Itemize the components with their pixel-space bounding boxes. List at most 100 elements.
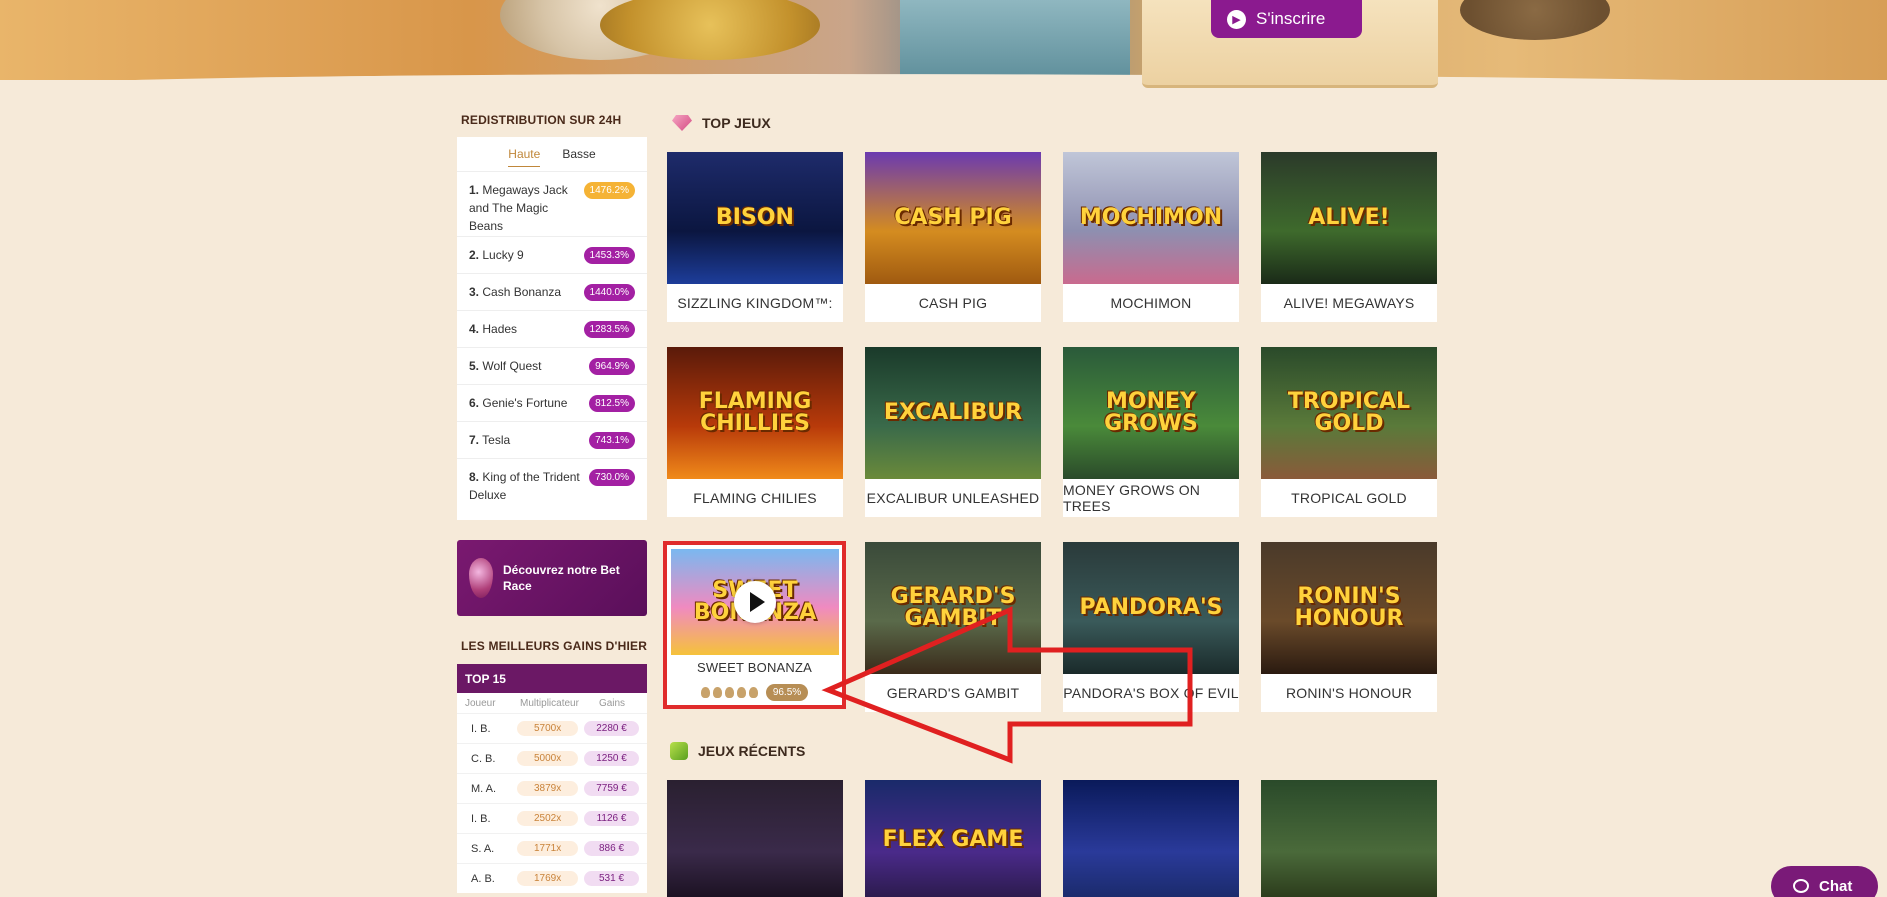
rtp-list-item[interactable]: 5. Wolf Quest 964.9% xyxy=(457,347,647,384)
rtp-list-item[interactable]: 2. Lucky 9 1453.3% xyxy=(457,236,647,273)
game-card[interactable]: CASH PIG CASH PIG xyxy=(865,152,1041,322)
game-thumbnail[interactable]: MONEY GROWS xyxy=(1063,347,1239,479)
rtp-game-name: 2. Lucky 9 xyxy=(469,246,581,264)
win-multiplier: 1771x xyxy=(517,841,579,856)
recent-game-card[interactable]: FLEX GAME xyxy=(865,780,1041,897)
win-player: I. B. xyxy=(471,722,491,735)
signup-button[interactable]: ▶ S'inscrire xyxy=(1211,0,1362,38)
game-thumbnail[interactable]: RONIN'S HONOUR xyxy=(1261,542,1437,674)
chat-button[interactable]: Chat xyxy=(1771,866,1878,897)
win-player: C. B. xyxy=(471,752,496,765)
game-card[interactable]: GERARD'S GAMBIT GERARD'S GAMBIT xyxy=(865,542,1041,712)
game-art-title: TROPICAL GOLD xyxy=(1287,389,1411,436)
game-art-title: EXCALIBUR xyxy=(883,400,1023,425)
win-multiplier: 5000x xyxy=(517,751,579,766)
game-thumbnail[interactable]: PANDORA'S xyxy=(1063,542,1239,674)
game-title: MONEY GROWS ON TREES xyxy=(1063,482,1201,514)
rtp-list-item[interactable]: 8. King of the Trident Deluxe 730.0% xyxy=(457,458,647,510)
game-title: EXCALIBUR UNLEASHED xyxy=(866,490,1040,506)
game-thumbnail[interactable]: SWEET BONANZA xyxy=(671,549,839,655)
win-multiplier: 2502x xyxy=(517,811,579,826)
game-thumbnail[interactable]: GERARD'S GAMBIT xyxy=(865,542,1041,674)
game-meta: 96.5% xyxy=(667,679,842,705)
game-card-sweet-bonanza[interactable]: SWEET BONANZA SWEET BONANZA 96.5% xyxy=(663,541,846,709)
signup-label: S'inscrire xyxy=(1256,9,1326,28)
game-art-title: CASH PIG xyxy=(894,205,1012,230)
rtp-rank: 1. xyxy=(469,183,480,197)
win-gain: 1126 € xyxy=(584,811,639,826)
game-art-title: FLEX GAME xyxy=(882,827,1024,852)
rtp-list-item[interactable]: 1. Megaways Jack and The Magic Beans 1476… xyxy=(457,171,647,236)
chevron-right-icon: ▶ xyxy=(1227,9,1246,29)
wins-row: I. B. 2502x 1126 € xyxy=(457,803,647,833)
rtp-percent-badge: 1453.3% xyxy=(583,247,635,264)
wins-row: I. B. 5700x 2280 € xyxy=(457,713,647,743)
game-title: RONIN'S HONOUR xyxy=(1285,685,1413,701)
play-button[interactable] xyxy=(734,581,776,623)
game-thumbnail[interactable]: ALIVE! xyxy=(1261,152,1437,284)
rtp-game-name: 5. Wolf Quest xyxy=(469,357,581,375)
rtp-percent-badge: 730.0% xyxy=(589,469,635,486)
recent-game-card[interactable] xyxy=(1063,780,1239,897)
game-card[interactable]: TROPICAL GOLD TROPICAL GOLD xyxy=(1261,347,1437,517)
game-title: CASH PIG xyxy=(918,295,988,311)
game-thumbnail[interactable] xyxy=(1261,780,1437,897)
game-thumbnail[interactable]: EXCALIBUR xyxy=(865,347,1041,479)
rtp-percent-badge: 964.9% xyxy=(589,358,635,375)
rtp-game-title: Megaways Jack and The Magic Beans xyxy=(469,183,568,233)
wins-row: A. B. 1769x 531 € xyxy=(457,863,647,893)
rtp-rank: 7. xyxy=(469,433,480,447)
bet-race-banner[interactable]: Découvrez notre Bet Race xyxy=(457,540,647,616)
game-card[interactable]: FLAMING CHILLIES FLAMING CHILIES xyxy=(667,347,843,517)
game-card[interactable]: ALIVE! ALIVE! MEGAWAYS xyxy=(1261,152,1437,322)
game-card[interactable]: BISON SIZZLING KINGDOM™: xyxy=(667,152,843,322)
tab-basse[interactable]: Basse xyxy=(562,147,595,167)
win-gain: 1250 € xyxy=(584,751,639,766)
win-player: A. B. xyxy=(471,872,495,885)
game-card[interactable]: MONEY GROWS MONEY GROWS ON TREES xyxy=(1063,347,1239,517)
game-title: GERARD'S GAMBIT xyxy=(886,685,1020,701)
rtp-list-item[interactable]: 4. Hades 1283.5% xyxy=(457,310,647,347)
palace-pool-image xyxy=(900,0,1130,80)
game-thumbnail[interactable]: MOCHIMON xyxy=(1063,152,1239,284)
game-art-title: FLAMING CHILLIES xyxy=(698,389,812,436)
rtp-list-item[interactable]: 3. Cash Bonanza 1440.0% xyxy=(457,273,647,310)
win-gain: 7759 € xyxy=(584,781,639,796)
game-thumbnail[interactable]: FLEX GAME xyxy=(865,780,1041,897)
rtp-list-item[interactable]: 7. Tesla 743.1% xyxy=(457,421,647,458)
game-thumbnail[interactable]: TROPICAL GOLD xyxy=(1261,347,1437,479)
game-thumbnail[interactable]: FLAMING CHILLIES xyxy=(667,347,843,479)
recent-game-card[interactable] xyxy=(1261,780,1437,897)
game-thumbnail[interactable]: BISON xyxy=(667,152,843,284)
game-thumbnail[interactable] xyxy=(667,780,843,897)
win-gain: 2280 € xyxy=(584,721,639,736)
rtp-game-name: 7. Tesla xyxy=(469,431,581,449)
rtp-percent-badge: 1476.2% xyxy=(583,182,635,199)
volatility-dot-icon xyxy=(748,686,758,698)
top-games-title: TOP JEUX xyxy=(702,115,771,131)
rtp-rank: 2. xyxy=(469,248,480,262)
game-card[interactable]: EXCALIBUR EXCALIBUR UNLEASHED xyxy=(865,347,1041,517)
win-multiplier: 1769x xyxy=(517,871,579,886)
game-thumbnail[interactable] xyxy=(1063,780,1239,897)
wins-columns: Joueur Multiplicateur Gains xyxy=(457,693,647,713)
tab-haute[interactable]: Haute xyxy=(508,147,541,167)
wins-header: TOP 15 xyxy=(457,664,647,693)
rtp-list-item[interactable]: 6. Genie's Fortune 812.5% xyxy=(457,384,647,421)
volatility-dot-icon xyxy=(724,686,734,698)
game-thumbnail[interactable]: CASH PIG xyxy=(865,152,1041,284)
game-card[interactable]: PANDORA'S PANDORA'S BOX OF EVIL xyxy=(1063,542,1239,712)
top-wins-panel: TOP 15 Joueur Multiplicateur Gains I. B.… xyxy=(457,664,647,893)
rtp-rank: 4. xyxy=(469,322,480,336)
game-card[interactable]: RONIN'S HONOUR RONIN'S HONOUR xyxy=(1261,542,1437,712)
game-card[interactable]: MOCHIMON MOCHIMON xyxy=(1063,152,1239,322)
rtp-percent-badge: 1283.5% xyxy=(583,321,635,338)
green-cube-icon xyxy=(670,742,688,760)
recent-game-card[interactable] xyxy=(667,780,843,897)
rtp-game-name: 3. Cash Bonanza xyxy=(469,283,581,301)
game-title: SWEET BONANZA xyxy=(696,659,813,675)
col-player: Joueur xyxy=(465,697,496,709)
rtp-panel: Haute Basse 1. Megaways Jack and The Mag… xyxy=(457,137,647,520)
camel-image xyxy=(1460,0,1610,40)
win-player: M. A. xyxy=(471,782,497,795)
